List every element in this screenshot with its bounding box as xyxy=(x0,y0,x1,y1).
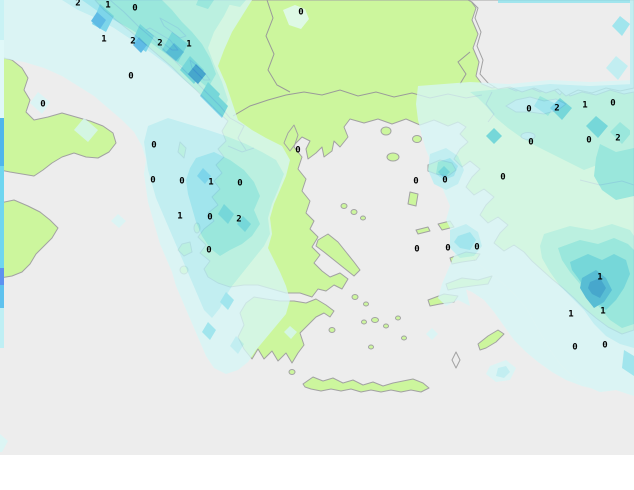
grid-value-label: 0 xyxy=(237,178,243,189)
grid-value-label: 0 xyxy=(442,175,448,186)
grid-value-label: 0 xyxy=(445,243,451,254)
grid-value-label: 0 xyxy=(298,7,304,18)
grid-value-label: 0 xyxy=(474,242,480,253)
grid-value-label: 2 xyxy=(554,103,560,114)
grid-value-label: 1 xyxy=(105,0,111,11)
grid-value-label: 0 xyxy=(295,145,301,156)
grid-value-label: 1 xyxy=(600,306,606,317)
land-limnos xyxy=(386,152,400,162)
grid-value-label: 2 xyxy=(236,214,242,225)
grid-value-label: 0 xyxy=(586,135,592,146)
grid-value-label: 0 xyxy=(414,244,420,255)
grid-value-label: 0 xyxy=(500,172,506,183)
grid-value-label: 1 xyxy=(568,309,574,320)
grid-value-label: 0 xyxy=(528,137,534,148)
grid-value-label: 1 xyxy=(597,272,603,283)
weather-map-page: 2 1 0 0 1 2 2 1 0 0 0 2 1 0 0 0 2 0 0 0 0 1 0 0 0 0 1 0 2 0 0 0 0 1 1 1 0 0 P… xyxy=(0,0,634,490)
grid-value-label: 0 xyxy=(179,176,185,187)
grid-value-label: 2 xyxy=(130,36,136,47)
grid-value-label: 0 xyxy=(413,176,419,187)
map-canvas xyxy=(0,0,634,455)
grid-value-label: 0 xyxy=(526,104,532,115)
grid-value-label: 1 xyxy=(177,211,183,222)
left-edge-precip-strip xyxy=(0,0,4,348)
grid-value-label: 0 xyxy=(132,3,138,14)
grid-value-label: 1 xyxy=(186,39,192,50)
grid-value-label: 0 xyxy=(207,212,213,223)
land-thasos xyxy=(380,126,392,136)
grid-value-label: 2 xyxy=(615,133,621,144)
land-chios xyxy=(407,191,419,207)
grid-value-label: 1 xyxy=(208,177,214,188)
legend-footer: Precipitation [mm] ECMWF 0.10.5125101520… xyxy=(0,455,634,490)
grid-value-label: 0 xyxy=(572,342,578,353)
grid-value-label: 2 xyxy=(75,0,81,9)
grid-value-label: 0 xyxy=(128,71,134,82)
grid-value-label: 0 xyxy=(40,99,46,110)
grid-value-label: 0 xyxy=(610,98,616,109)
grid-value-label: 1 xyxy=(101,34,107,45)
grid-value-label: 1 xyxy=(582,100,588,111)
land-samothraki xyxy=(412,135,422,143)
grid-value-label: 0 xyxy=(151,140,157,151)
grid-value-label: 0 xyxy=(150,175,156,186)
grid-value-label: 0 xyxy=(602,340,608,351)
grid-value-label: 2 xyxy=(157,38,163,49)
grid-value-label: 0 xyxy=(206,245,212,256)
